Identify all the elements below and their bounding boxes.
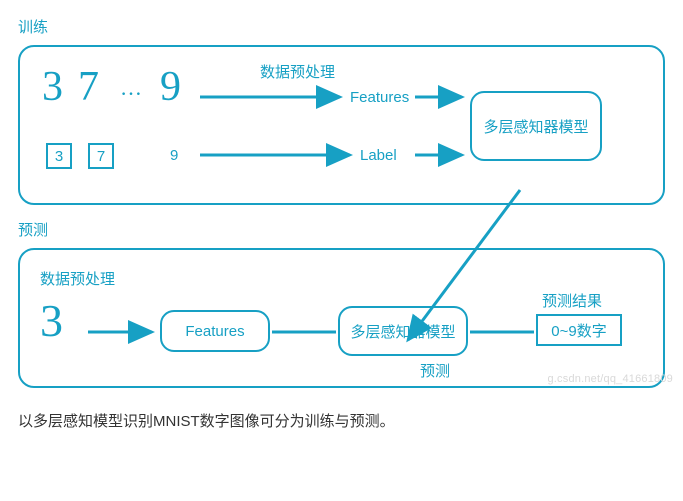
loose-digit-9: 9 — [170, 147, 178, 164]
predict-preprocess-label: 数据预处理 — [40, 268, 115, 289]
predict-features-text: Features — [185, 323, 244, 340]
predict-result-title: 预测结果 — [542, 290, 602, 311]
predict-model-box: 多层感知器模型 — [338, 306, 468, 356]
train-preprocess-label: 数据预处理 — [260, 61, 335, 82]
hand-digit-3: 3 — [42, 63, 63, 111]
boxed-digit-3-text: 3 — [55, 148, 63, 165]
hand-ellipsis: … — [120, 75, 142, 101]
train-model-box: 多层感知器模型 — [470, 91, 602, 161]
caption-text: 以多层感知模型识别MNIST数字图像可分为训练与预测。 — [18, 410, 665, 431]
predict-input-digit: 3 — [40, 294, 63, 347]
predict-word: 预测 — [420, 360, 450, 381]
predict-panel: 数据预处理 3 Features 多层感知器模型 预测 预测结果 0~9数字 — [18, 248, 665, 388]
boxed-digit-3: 3 — [46, 143, 72, 169]
predict-result-text: 0~9数字 — [551, 320, 606, 341]
predict-model-text: 多层感知器模型 — [350, 321, 455, 342]
train-model-text: 多层感知器模型 — [483, 116, 588, 137]
train-label-label: Label — [360, 147, 397, 164]
watermark-text: g.csdn.net/qq_41661809 — [547, 373, 673, 385]
hand-digit-7: 7 — [78, 63, 99, 111]
predict-features-box: Features — [160, 310, 270, 352]
hand-digit-9: 9 — [160, 63, 181, 111]
train-title: 训练 — [18, 16, 665, 37]
boxed-digit-7: 7 — [88, 143, 114, 169]
train-panel: 3 7 … 9 3 7 9 数据预处理 Features Label 多层感知器… — [18, 45, 665, 205]
boxed-digit-7-text: 7 — [97, 148, 105, 165]
predict-title: 预测 — [18, 219, 665, 240]
train-features-label: Features — [350, 89, 409, 106]
predict-result-box: 0~9数字 — [536, 314, 622, 346]
